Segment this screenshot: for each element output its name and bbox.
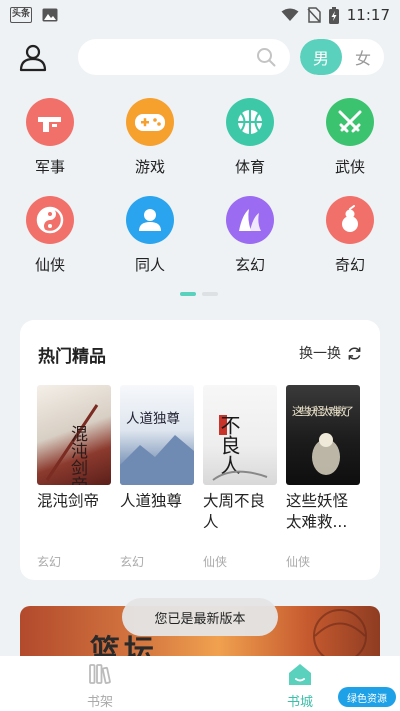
book-list: 混沌剑帝 混沌剑帝 玄幻 人道独尊 人道独尊 玄幻 不良人 大周不良人 仙侠 这… bbox=[37, 385, 360, 570]
category-military[interactable]: 军事 bbox=[0, 98, 100, 177]
page-dot bbox=[202, 292, 218, 296]
cover-text: 人道独尊 bbox=[126, 411, 180, 427]
refresh-icon bbox=[348, 346, 361, 360]
home-icon bbox=[289, 664, 311, 685]
military-icon bbox=[26, 98, 74, 146]
image-notification-icon bbox=[42, 8, 58, 22]
book-genre: 仙侠 bbox=[286, 555, 311, 569]
category-label: 游戏 bbox=[134, 158, 165, 176]
cover-text: 不良人 bbox=[217, 415, 241, 475]
clock: 11:17 bbox=[346, 6, 390, 24]
book-genre: 玄幻 bbox=[120, 555, 145, 569]
book-title: 这些妖怪太难救... bbox=[286, 492, 349, 531]
category-label: 奇幻 bbox=[334, 256, 365, 274]
search-input[interactable] bbox=[78, 39, 290, 75]
gender-toggle: 男 女 bbox=[300, 39, 384, 75]
toast-message: 您已是最新版本 bbox=[122, 598, 278, 636]
no-sim-icon bbox=[307, 7, 321, 23]
category-label: 仙侠 bbox=[34, 256, 65, 274]
book-item[interactable]: 不良人 大周不良人 仙侠 bbox=[203, 385, 277, 570]
swords-icon bbox=[326, 98, 374, 146]
category-fantasy[interactable]: 奇幻 bbox=[300, 196, 400, 275]
nav-label: 书城 bbox=[286, 695, 313, 710]
category-label: 玄幻 bbox=[234, 256, 265, 274]
yin-yang-icon bbox=[26, 196, 74, 244]
gamepad-icon bbox=[126, 98, 174, 146]
category-label: 武侠 bbox=[334, 158, 365, 176]
status-bar: 头条 11:17 bbox=[0, 0, 400, 30]
nav-label: 书架 bbox=[86, 695, 113, 710]
page-dot-active bbox=[180, 292, 196, 296]
section-title: 热门精品 bbox=[38, 347, 106, 367]
category-games[interactable]: 游戏 bbox=[100, 98, 200, 177]
nav-bookshelf[interactable]: 书架 bbox=[0, 656, 200, 711]
book-cover: 这些妖怪太难救了 bbox=[286, 385, 360, 485]
category-label: 同人 bbox=[134, 256, 165, 274]
book-item[interactable]: 人道独尊 人道独尊 玄幻 bbox=[120, 385, 194, 570]
category-fanfic[interactable]: 同人 bbox=[100, 196, 200, 275]
book-title: 混沌剑帝 bbox=[37, 492, 100, 510]
book-title: 人道独尊 bbox=[120, 492, 183, 510]
book-cover: 人道独尊 bbox=[120, 385, 194, 485]
book-genre: 仙侠 bbox=[203, 555, 228, 569]
bookshelf-icon bbox=[89, 664, 111, 684]
person-icon bbox=[126, 196, 174, 244]
refresh-button[interactable]: 换一换 bbox=[299, 343, 362, 363]
wifi-icon bbox=[281, 8, 299, 21]
gourd-icon bbox=[326, 196, 374, 244]
category-label: 体育 bbox=[234, 158, 265, 176]
cover-text: 这些妖怪太难救了 bbox=[292, 404, 354, 418]
book-cover: 不良人 bbox=[203, 385, 277, 485]
gender-male-option[interactable]: 男 bbox=[300, 39, 342, 75]
top-bar: 男 女 bbox=[0, 38, 400, 78]
book-item[interactable]: 混沌剑帝 混沌剑帝 玄幻 bbox=[37, 385, 111, 570]
book-title: 大周不良人 bbox=[203, 492, 266, 531]
watermark-logo: 绿色资源 bbox=[338, 687, 396, 707]
category-xianxia[interactable]: 仙侠 bbox=[0, 196, 100, 275]
book-item[interactable]: 这些妖怪太难救了 这些妖怪太难救... 仙侠 bbox=[286, 385, 360, 570]
category-sports[interactable]: 体育 bbox=[200, 98, 300, 177]
cover-text: 混沌剑帝 bbox=[67, 425, 88, 485]
gender-female-option[interactable]: 女 bbox=[342, 39, 384, 75]
category-xuanhuan[interactable]: 玄幻 bbox=[200, 196, 300, 275]
category-wuxia[interactable]: 武侠 bbox=[300, 98, 400, 177]
mountain-icon bbox=[226, 196, 274, 244]
toutiao-notification-icon: 头条 bbox=[10, 7, 32, 23]
category-grid: 军事 游戏 体育 武侠 仙侠 同人 玄幻 奇幻 bbox=[0, 98, 400, 275]
book-cover: 混沌剑帝 bbox=[37, 385, 111, 485]
battery-charging-icon bbox=[328, 6, 339, 24]
refresh-label: 换一换 bbox=[299, 346, 341, 362]
category-label: 军事 bbox=[34, 158, 65, 176]
basketball-icon bbox=[226, 98, 274, 146]
book-genre: 玄幻 bbox=[37, 555, 62, 569]
page-indicator bbox=[180, 292, 218, 296]
search-icon[interactable] bbox=[256, 47, 276, 67]
user-profile-icon[interactable] bbox=[18, 42, 48, 72]
hot-books-card: 热门精品 换一换 混沌剑帝 混沌剑帝 玄幻 人道独尊 人道独尊 玄幻 不良人 大… bbox=[20, 320, 380, 580]
